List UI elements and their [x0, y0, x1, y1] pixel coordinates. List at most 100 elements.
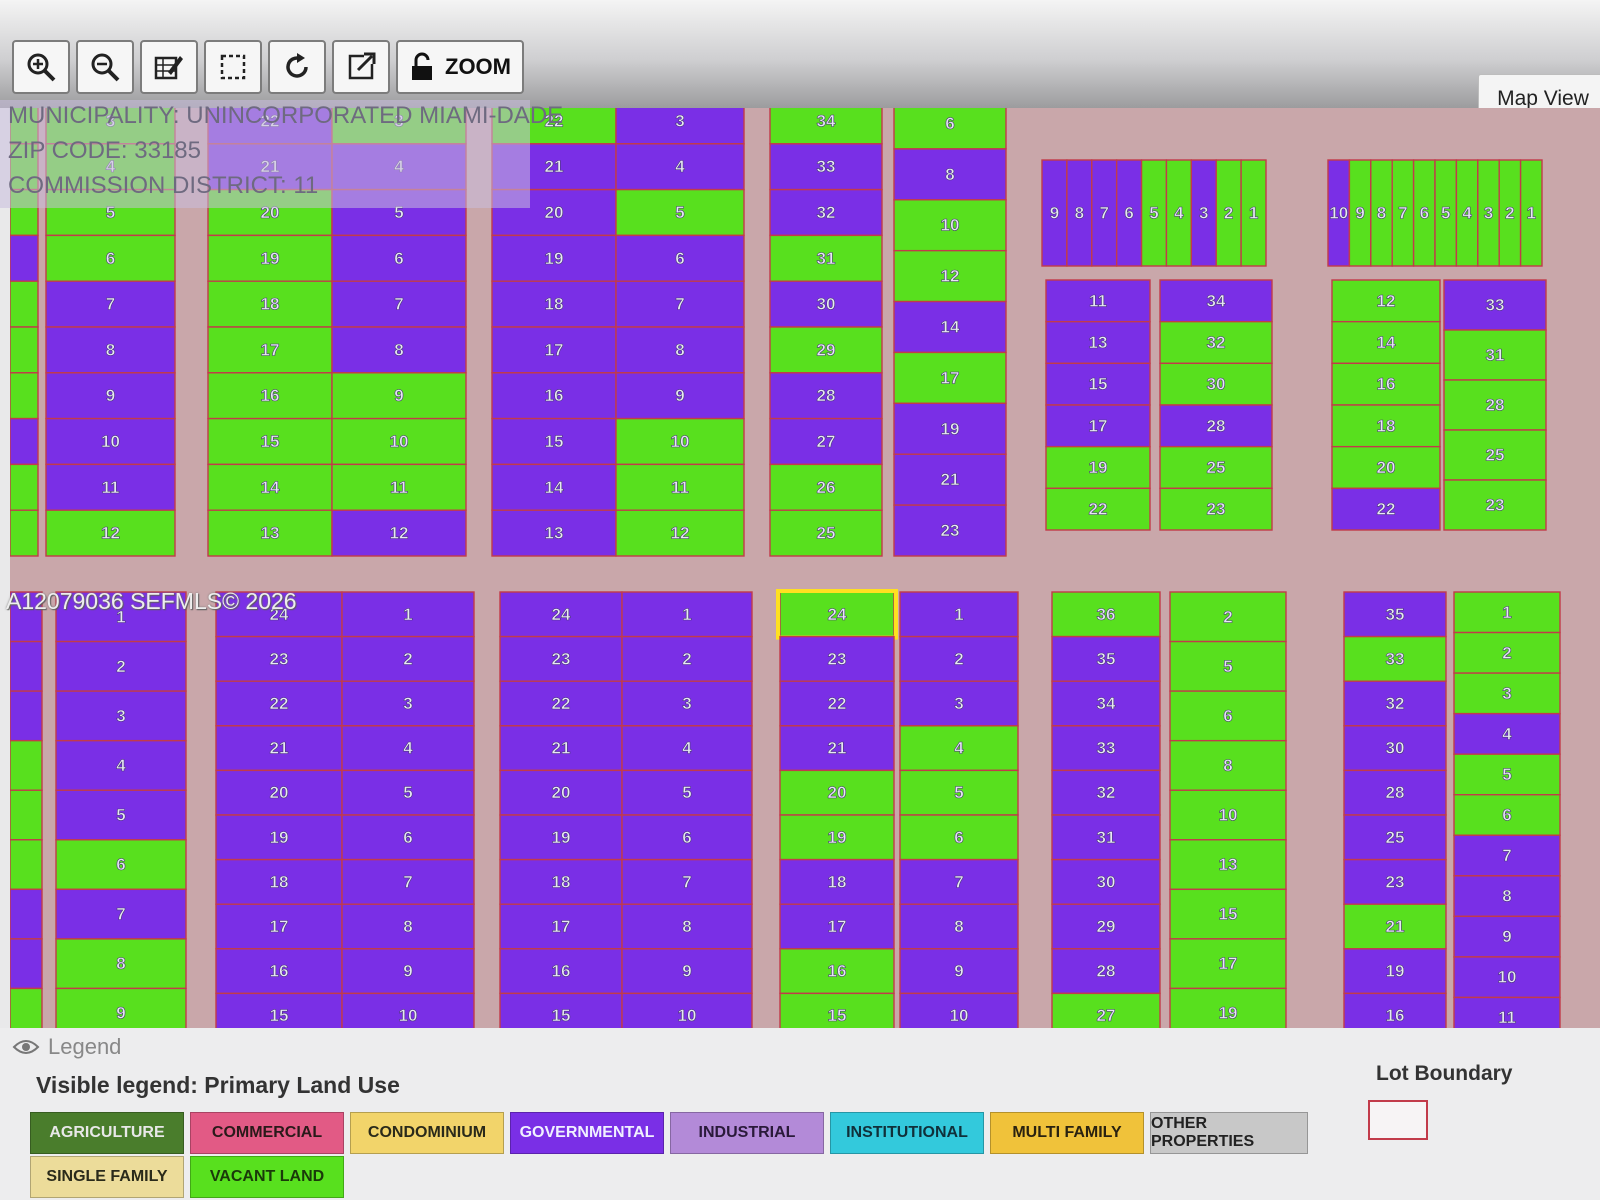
legend-item-institutional: INSTITUTIONAL	[830, 1112, 984, 1154]
parcel-lot-number: 22	[270, 694, 289, 713]
parcel-lot-number: 19	[552, 828, 571, 847]
parcel-lot-number: 10	[101, 432, 120, 451]
parcel-lot-number: 23	[552, 649, 571, 668]
parcel-lot-number: 28	[1097, 962, 1116, 981]
parcel-lot[interactable]	[10, 326, 39, 374]
parcel-lot-number: 1	[403, 605, 412, 624]
export-button[interactable]	[332, 40, 390, 94]
parcel-lot[interactable]	[10, 938, 43, 990]
parcel-lot-number: 23	[1486, 496, 1505, 515]
parcel-lot-number: 7	[682, 872, 691, 891]
parcel-lot-number: 11	[102, 478, 120, 497]
parcel-lot-number: 17	[1219, 954, 1238, 973]
parcel-lot-number: 31	[1097, 828, 1116, 847]
parcel-lot[interactable]	[10, 417, 39, 466]
parcel-lot-number: 7	[116, 905, 125, 924]
parcel-lot-number: 8	[1075, 204, 1084, 223]
parcel-lot-number: 21	[545, 157, 564, 176]
parcel-lot-number: 7	[1502, 846, 1511, 865]
parcel-lot-number: 10	[1219, 806, 1238, 825]
parcel-lot[interactable]	[10, 463, 39, 511]
legend-toggle[interactable]: Legend	[12, 1034, 121, 1060]
parcel-lot-number: 15	[1219, 905, 1238, 924]
parcel-lot-number: 12	[671, 524, 690, 543]
parcel-lot-number: 29	[817, 340, 836, 359]
parcel-lot-number: 22	[1089, 500, 1108, 519]
parcel-lot[interactable]	[10, 839, 43, 891]
parcel-lot[interactable]	[10, 987, 43, 1028]
zoom-out-button[interactable]	[76, 40, 134, 94]
parcel-lot-number: 18	[1377, 416, 1396, 435]
parcel-lot-number: 10	[671, 432, 690, 451]
parcel-lot-number: 25	[1207, 458, 1226, 477]
parcel-lot-number: 6	[403, 828, 412, 847]
parcel-lot-number: 9	[954, 962, 963, 981]
parcel-lot-number: 7	[954, 872, 963, 891]
parcel-lot[interactable]	[10, 888, 43, 940]
parcel-lot-number: 11	[1498, 1008, 1516, 1027]
parcel-lot-number: 18	[545, 295, 564, 314]
parcel-map[interactable]: 3456789101112222120191817161514133456789…	[10, 108, 1600, 1028]
parcel-lot-number: 17	[261, 340, 280, 359]
parcel-lot-number: 3	[1199, 204, 1208, 223]
parcel-lot-number: 15	[545, 432, 564, 451]
parcel-lot-number: 17	[828, 917, 847, 936]
parcel-lot-number: 6	[106, 249, 115, 268]
parcel-lot[interactable]	[10, 789, 43, 841]
parcel-lot-number: 14	[545, 478, 564, 497]
parcel-lot-number: 3	[116, 706, 125, 725]
parcel-lot[interactable]	[10, 372, 39, 420]
parcel-lot-number: 15	[1089, 375, 1108, 394]
parcel-lot[interactable]	[10, 509, 39, 557]
parcel-lot-number: 13	[1089, 333, 1108, 352]
select-area-button[interactable]	[204, 40, 262, 94]
select-area-icon	[220, 54, 246, 80]
parcel-lot-number: 28	[1486, 396, 1505, 415]
parcel-lot-number: 9	[116, 1004, 125, 1023]
parcel-lot-number: 19	[1386, 962, 1405, 981]
parcel-lot-number: 9	[403, 962, 412, 981]
parcel-lot[interactable]	[10, 234, 39, 282]
legend-item-commercial: COMMERCIAL	[190, 1112, 344, 1154]
parcel-lot-number: 14	[1377, 333, 1396, 352]
parcel-lot-number: 30	[1207, 375, 1226, 394]
parcel-lot[interactable]	[10, 739, 43, 791]
parcel-lot-number: 6	[945, 114, 954, 133]
parcel-lot-number: 8	[394, 340, 403, 359]
edit-map-button[interactable]	[140, 40, 198, 94]
parcel-lot-number: 15	[261, 432, 280, 451]
zip-code-text: ZIP CODE: 33185	[8, 137, 201, 164]
parcel-lot-number: 19	[1219, 1004, 1238, 1023]
parcel-lot-number: 8	[403, 917, 412, 936]
parcel-lot-number: 30	[1386, 739, 1405, 758]
parcel-lot-number: 16	[261, 386, 280, 405]
external-link-icon	[348, 52, 376, 80]
parcel-lot-number: 2	[1502, 643, 1511, 662]
parcel-lot-number: 22	[552, 694, 571, 713]
mls-watermark: A12079036 SEFMLS© 2026	[6, 588, 297, 614]
parcel-lot-number: 10	[950, 1006, 969, 1025]
parcel-map-canvas[interactable]: 3456789101112222120191817161514133456789…	[10, 108, 1600, 1028]
parcel-lot-number: 19	[1089, 458, 1108, 477]
parcel-lot-number: 1	[1527, 204, 1536, 223]
parcel-lot-number: 6	[1124, 204, 1133, 223]
refresh-button[interactable]	[268, 40, 326, 94]
parcel-lot-number: 12	[1377, 291, 1396, 310]
parcel-lot-number: 26	[817, 478, 836, 497]
parcel-lot-number: 3	[403, 694, 412, 713]
parcel-lot-number: 31	[817, 249, 836, 268]
parcel-lot-number: 35	[1386, 605, 1405, 624]
parcel-lot-number: 32	[817, 203, 836, 222]
zoom-in-button[interactable]	[12, 40, 70, 94]
zoom-lock-button[interactable]: ZOOM	[396, 40, 524, 94]
parcel-lot-number: 27	[1097, 1006, 1116, 1025]
parcel-lot[interactable]	[10, 690, 43, 742]
parcel-lot-number: 8	[954, 917, 963, 936]
parcel-lot-number: 1	[1502, 603, 1511, 622]
parcel-lot-number: 6	[682, 828, 691, 847]
parcel-lot-number: 33	[1097, 739, 1116, 758]
parcel-lot[interactable]	[10, 280, 39, 328]
parcel-lot-number: 30	[817, 295, 836, 314]
parcel-lot[interactable]	[10, 640, 43, 692]
parcel-lot-number: 6	[954, 828, 963, 847]
